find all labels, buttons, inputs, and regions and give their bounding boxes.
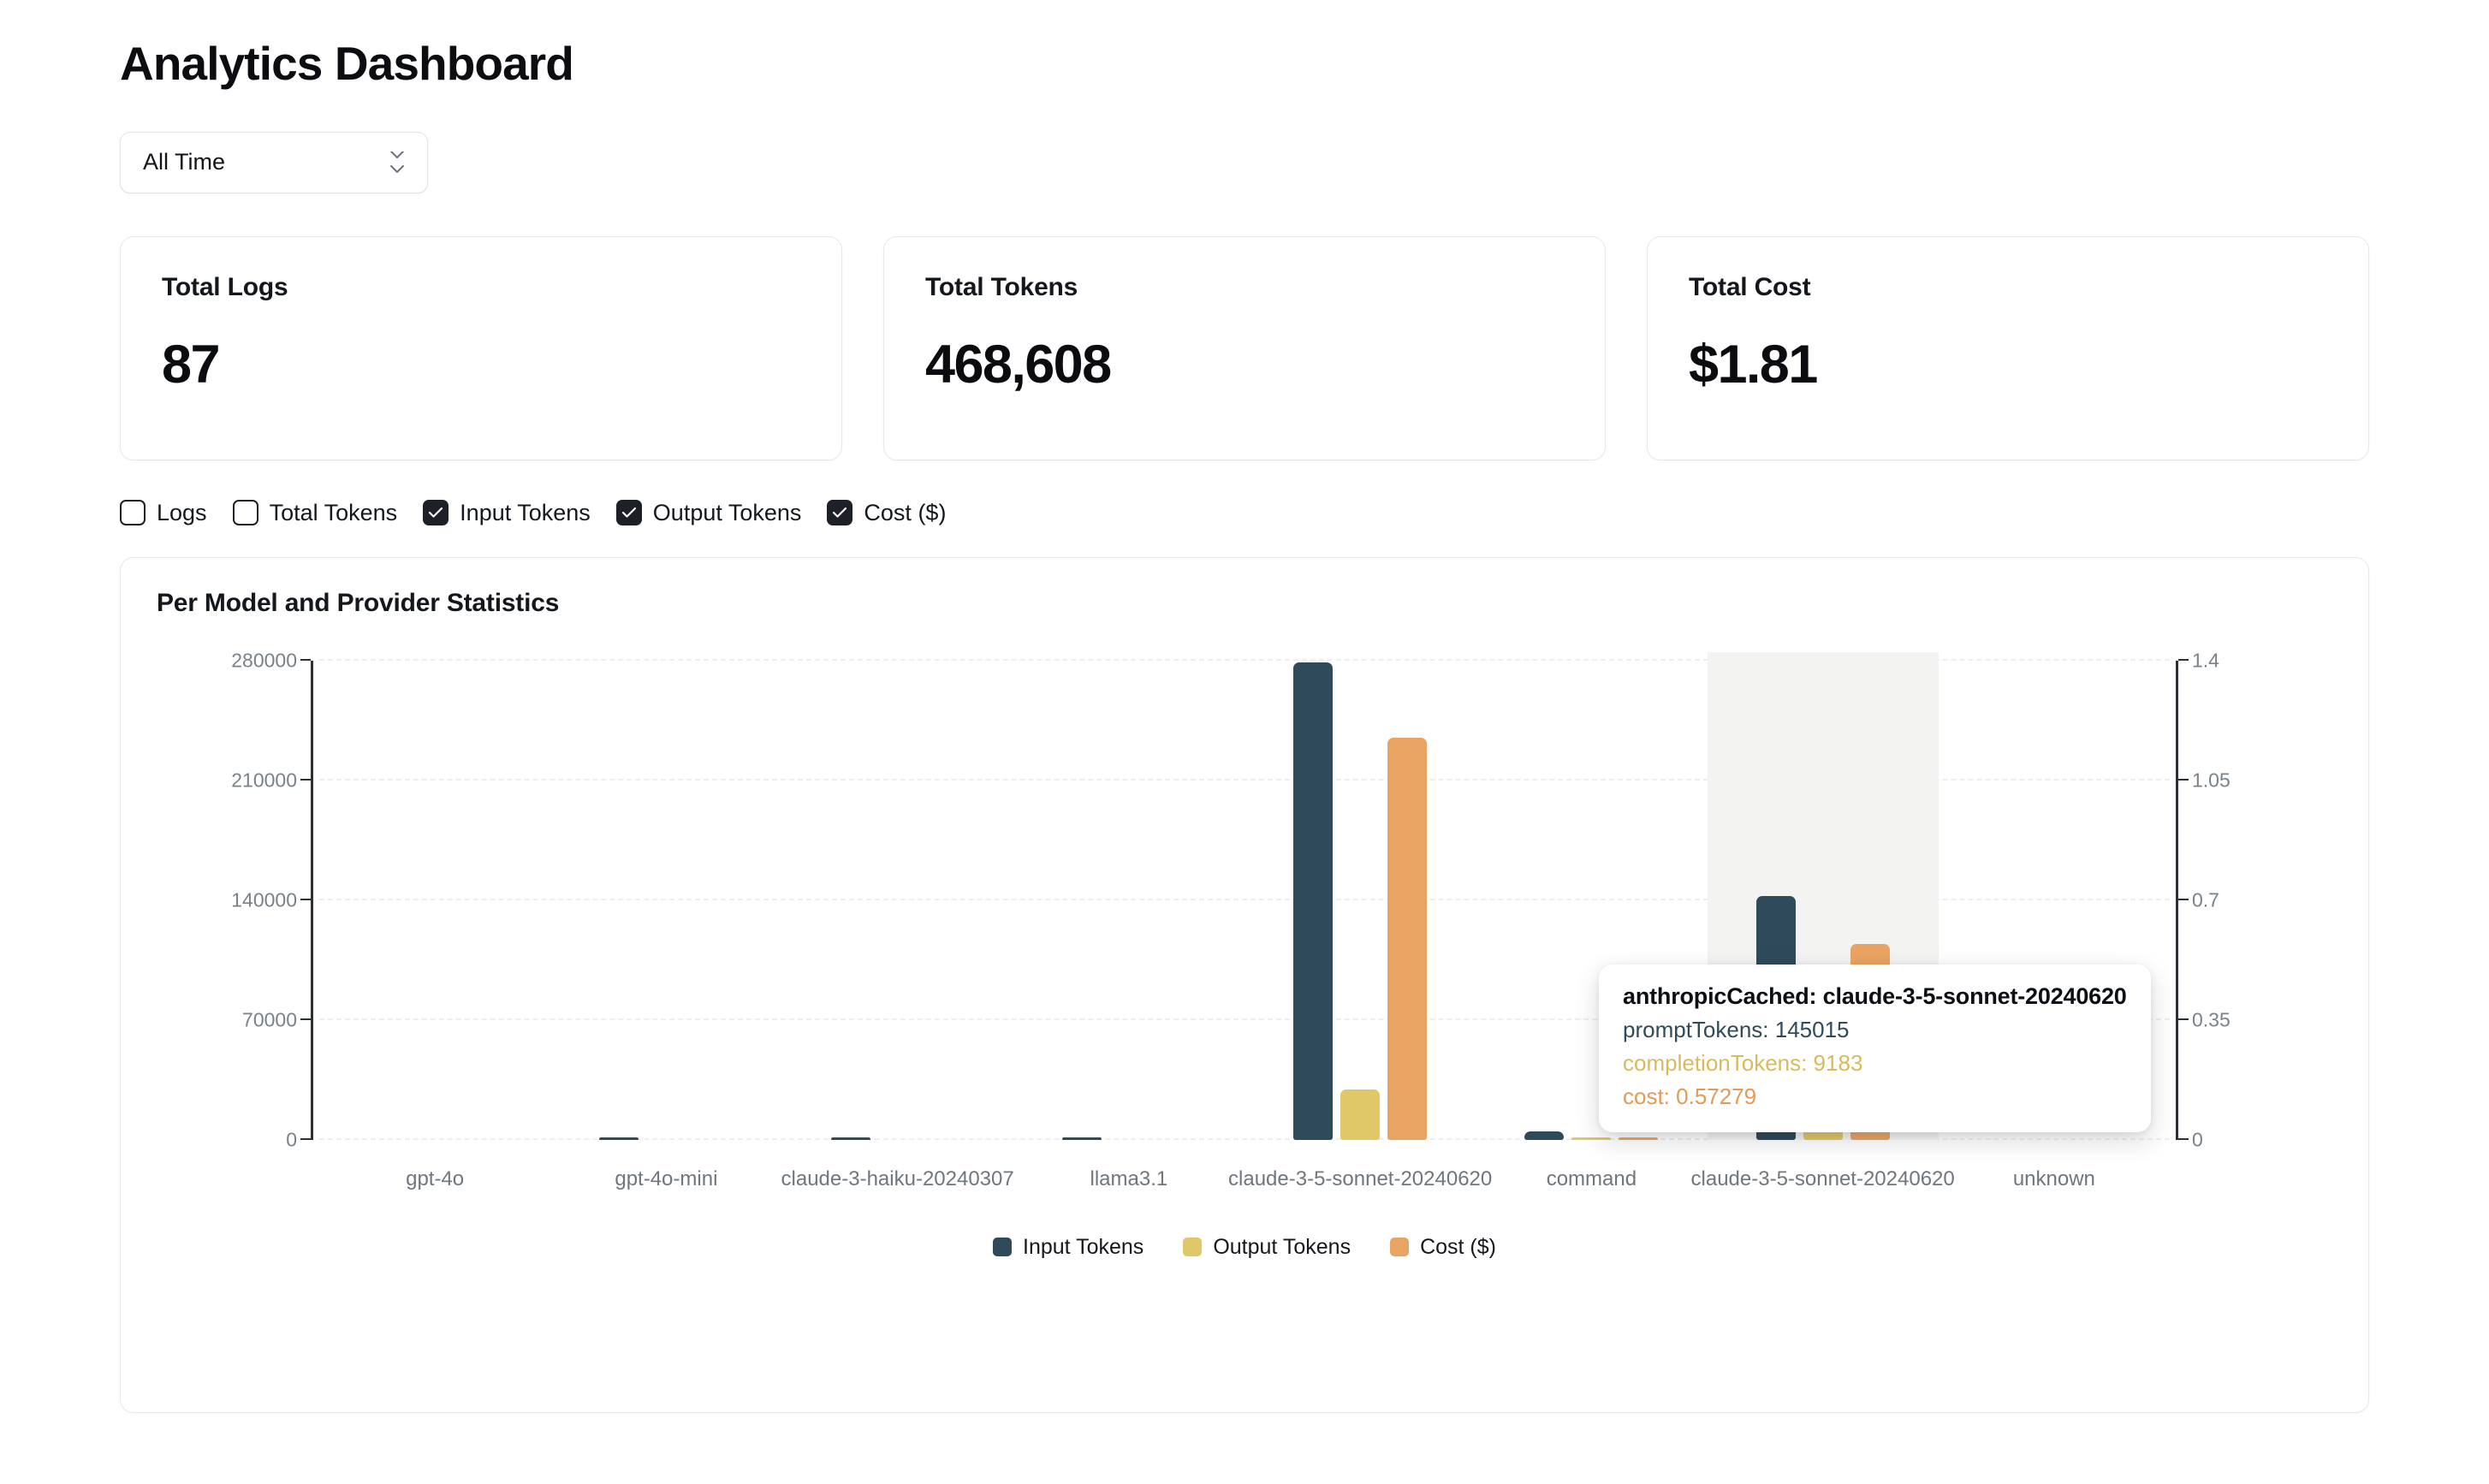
legend-label: Cost ($) <box>1420 1235 1496 1260</box>
stat-value: $1.81 <box>1689 338 2327 392</box>
legend-item-cost[interactable]: Cost ($) <box>1390 1235 1496 1260</box>
x-axis-label: claude-3-5-sonnet-20240620 <box>1228 1167 1492 1191</box>
stat-label: Total Cost <box>1689 273 2327 302</box>
y-axis-left-tick <box>300 899 311 900</box>
toggle-output-tokens[interactable]: Output Tokens <box>616 500 802 526</box>
y-axis-left-tick <box>300 1138 311 1140</box>
chevron-updown-icon <box>389 151 405 174</box>
y-axis-right-tick <box>2178 659 2189 661</box>
y-axis-right-tick-label: 0.7 <box>2192 888 2219 911</box>
bar-group[interactable] <box>550 661 781 1140</box>
page-title: Analytics Dashboard <box>120 39 2369 89</box>
chart-card: Per Model and Provider Statistics 0 70000… <box>120 557 2369 1413</box>
toggle-logs[interactable]: Logs <box>120 500 207 526</box>
x-axis-label: gpt-4o <box>406 1167 464 1191</box>
toggle-cost[interactable]: Cost ($) <box>827 500 946 526</box>
y-axis-right-tick <box>2178 1138 2189 1140</box>
tooltip-completion-tokens: completionTokens: 9183 <box>1623 1050 2127 1077</box>
legend-label: Input Tokens <box>1023 1235 1144 1260</box>
x-axis-label: gpt-4o-mini <box>615 1167 717 1191</box>
time-range-select[interactable]: All Time <box>120 132 428 193</box>
toggle-label: Logs <box>157 500 207 526</box>
stat-card-total-cost: Total Cost $1.81 <box>1647 236 2369 460</box>
axis-line-left <box>311 661 313 1140</box>
bar-group[interactable] <box>1244 661 1476 1140</box>
bar-input-tokens[interactable] <box>1524 1131 1564 1140</box>
checkbox-input-tokens[interactable] <box>423 500 448 525</box>
bar-input-tokens[interactable] <box>1062 1137 1102 1140</box>
bar-input-tokens[interactable] <box>831 1137 870 1140</box>
toggle-label: Input Tokens <box>460 500 591 526</box>
legend-swatch-input-tokens <box>993 1238 1012 1256</box>
toggle-total-tokens[interactable]: Total Tokens <box>233 500 398 526</box>
stat-label: Total Logs <box>162 273 800 302</box>
dashboard-page: Analytics Dashboard All Time Total Logs … <box>0 0 2489 1413</box>
x-axis-label: claude-3-haiku-20240307 <box>781 1167 1014 1191</box>
tooltip-title: anthropicCached: claude-3-5-sonnet-20240… <box>1623 983 2127 1010</box>
y-axis-left-tick-label: 140000 <box>231 888 297 911</box>
toggle-label: Cost ($) <box>864 500 946 526</box>
chart-title: Per Model and Provider Statistics <box>157 589 2332 618</box>
y-axis-left-tick-label: 0 <box>286 1128 297 1151</box>
y-axis-right-tick <box>2178 779 2189 781</box>
checkbox-cost[interactable] <box>827 500 852 525</box>
tooltip-prompt-tokens: promptTokens: 145015 <box>1623 1017 2127 1043</box>
bar-group[interactable] <box>319 661 550 1140</box>
y-axis-left-tick-label: 210000 <box>231 769 297 792</box>
stat-value: 468,608 <box>925 338 1564 392</box>
legend-swatch-output-tokens <box>1183 1238 1202 1256</box>
checkbox-output-tokens[interactable] <box>616 500 642 525</box>
bar-cost[interactable] <box>1619 1137 1658 1140</box>
y-axis-right-tick-label: 0 <box>2192 1128 2203 1151</box>
x-axis-label: command <box>1547 1167 1637 1191</box>
legend-item-output-tokens[interactable]: Output Tokens <box>1183 1235 1351 1260</box>
y-axis-right-tick <box>2178 899 2189 900</box>
time-range-value: All Time <box>143 149 225 175</box>
legend-label: Output Tokens <box>1213 1235 1351 1260</box>
y-axis-left-tick <box>300 779 311 781</box>
y-axis-left-tick-label: 280000 <box>231 649 297 672</box>
chart-plot-area: 07000014000021000028000000.350.71.051.4 … <box>157 652 2332 1303</box>
chart-tooltip: anthropicCached: claude-3-5-sonnet-20240… <box>1599 965 2151 1132</box>
toggle-label: Total Tokens <box>270 500 398 526</box>
y-axis-right-tick <box>2178 1018 2189 1020</box>
x-axis-label: unknown <box>2013 1167 2095 1191</box>
checkbox-total-tokens[interactable] <box>233 500 258 525</box>
stat-value: 87 <box>162 338 800 392</box>
axis-line-right <box>2176 661 2178 1140</box>
series-toggles: Logs Total Tokens Input Tokens Output To… <box>120 500 2369 526</box>
bar-cost[interactable] <box>1387 738 1427 1140</box>
stat-card-total-tokens: Total Tokens 468,608 <box>883 236 1606 460</box>
bar-output-tokens[interactable] <box>1571 1137 1611 1140</box>
bar-group[interactable] <box>1013 661 1244 1140</box>
y-axis-right-tick-label: 0.35 <box>2192 1008 2231 1031</box>
legend-item-input-tokens[interactable]: Input Tokens <box>993 1235 1144 1260</box>
chart-legend: Input Tokens Output Tokens Cost ($) <box>157 1235 2332 1260</box>
toggle-input-tokens[interactable]: Input Tokens <box>423 500 591 526</box>
bar-input-tokens[interactable] <box>599 1137 639 1140</box>
bar-input-tokens[interactable] <box>1293 662 1333 1140</box>
x-axis-labels: gpt-4o gpt-4o-mini claude-3-haiku-20240307… <box>319 1167 2170 1202</box>
stat-label: Total Tokens <box>925 273 1564 302</box>
y-axis-left-tick <box>300 1018 311 1020</box>
stat-card-total-logs: Total Logs 87 <box>120 236 842 460</box>
bar-output-tokens[interactable] <box>1340 1089 1380 1140</box>
bar-group[interactable] <box>782 661 1013 1140</box>
y-axis-left-tick-label: 70000 <box>242 1008 297 1031</box>
stat-cards: Total Logs 87 Total Tokens 468,608 Total… <box>120 236 2369 460</box>
y-axis-right-tick-label: 1.05 <box>2192 769 2231 792</box>
x-axis-label: llama3.1 <box>1090 1167 1168 1191</box>
y-axis-right-tick-label: 1.4 <box>2192 649 2219 672</box>
legend-swatch-cost <box>1390 1238 1409 1256</box>
x-axis-label: claude-3-5-sonnet-20240620 <box>1691 1167 1955 1191</box>
time-range-row: All Time <box>120 132 2369 193</box>
tooltip-cost: cost: 0.57279 <box>1623 1083 2127 1110</box>
y-axis-left-tick <box>300 659 311 661</box>
checkbox-logs[interactable] <box>120 500 146 525</box>
toggle-label: Output Tokens <box>653 500 802 526</box>
